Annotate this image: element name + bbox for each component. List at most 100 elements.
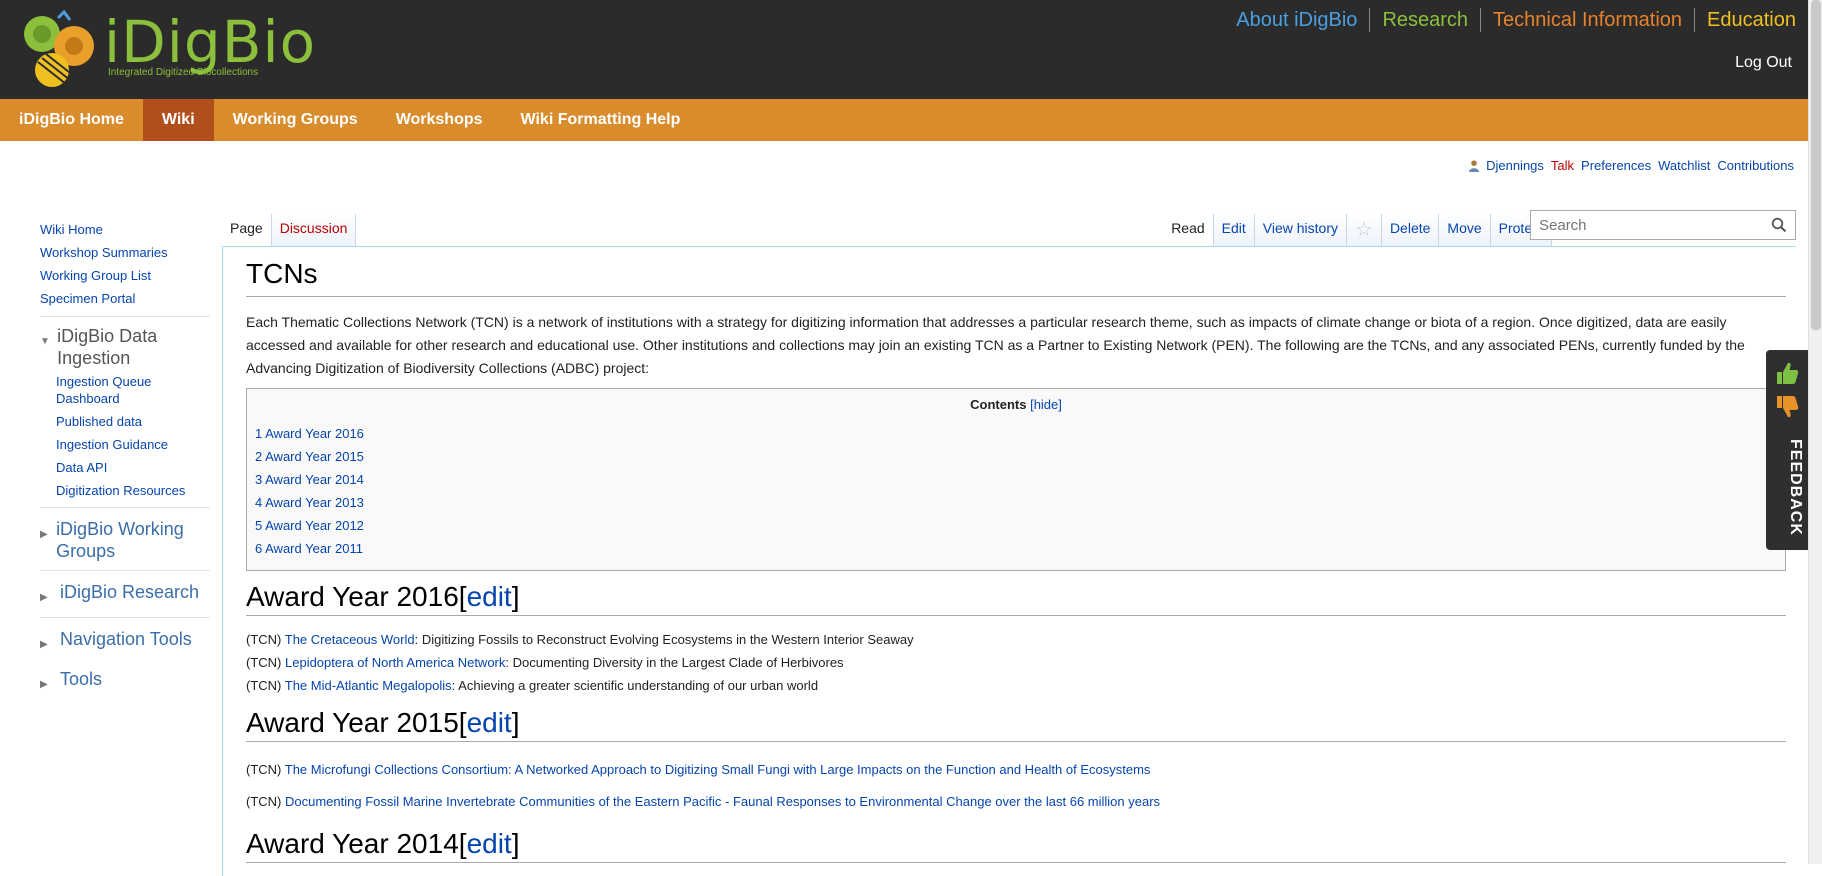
- thumbs-down-icon[interactable]: [1774, 394, 1800, 420]
- view-tabs: Read Edit View history ☆ Delete Move Pro…: [1163, 214, 1552, 246]
- user-page-link[interactable]: Djennings: [1486, 158, 1544, 173]
- wiki-navigation-bar: iDigBio Home Wiki Working Groups Worksho…: [0, 99, 1808, 141]
- topnav-research[interactable]: Research: [1369, 8, 1480, 32]
- section-title: Award Year 2014: [246, 828, 459, 859]
- nav-workshops[interactable]: Workshops: [377, 99, 502, 141]
- sidebar-data-api[interactable]: Data API: [56, 459, 210, 476]
- section-edit-link[interactable]: edit: [467, 828, 512, 859]
- tcn-link[interactable]: The Microfungi Collections Consortium: A…: [285, 762, 1151, 777]
- list-item: (TCN) The Microfungi Collections Consort…: [246, 754, 1786, 786]
- tcn-description: : Digitizing Fossils to Reconstruct Evol…: [414, 632, 914, 647]
- feedback-label: FEEDBACK: [1787, 438, 1804, 536]
- watchlist-link[interactable]: Watchlist: [1658, 158, 1710, 173]
- section-title: Award Year 2016: [246, 581, 459, 612]
- toc-item[interactable]: 4 Award Year 2013: [255, 491, 1777, 514]
- toc-item[interactable]: 3 Award Year 2014: [255, 468, 1777, 491]
- search-icon[interactable]: [1771, 217, 1787, 233]
- sidebar-working-group-list[interactable]: Working Group List: [40, 264, 210, 287]
- logout-link[interactable]: Log Out: [1735, 54, 1792, 72]
- sidebar-ingestion-guidance[interactable]: Ingestion Guidance: [56, 436, 210, 453]
- namespace-tabs: Page Discussion: [222, 214, 357, 246]
- user-icon: [1469, 159, 1480, 172]
- feedback-widget[interactable]: FEEDBACK: [1766, 350, 1808, 550]
- section-title: Award Year 2015: [246, 707, 459, 738]
- tab-read[interactable]: Read: [1163, 214, 1214, 246]
- top-navigation: About iDigBio Research Technical Informa…: [1224, 8, 1796, 32]
- nav-wiki[interactable]: Wiki: [142, 99, 214, 141]
- section-heading: Award Year 2015[edit]: [246, 707, 1786, 742]
- chevron-right-icon: ▶: [40, 679, 48, 690]
- talk-link[interactable]: Talk: [1551, 158, 1574, 173]
- tab-delete[interactable]: Delete: [1381, 214, 1440, 246]
- sidebar-workshop-summaries[interactable]: Workshop Summaries: [40, 241, 210, 264]
- portal-title: Tools: [60, 669, 103, 689]
- logo-wordmark[interactable]: iDigBio: [104, 12, 316, 72]
- topnav-about[interactable]: About iDigBio: [1224, 8, 1369, 32]
- toc-hide-link[interactable]: [hide]: [1030, 397, 1062, 412]
- tab-discussion[interactable]: Discussion: [271, 214, 357, 246]
- page-scrollbar[interactable]: [1808, 0, 1822, 864]
- nav-idigbio-home[interactable]: iDigBio Home: [0, 99, 143, 141]
- tcn-list: (TCN) The Cretaceous World: Digitizing F…: [246, 628, 1786, 697]
- sidebar-published-data[interactable]: Published data: [56, 413, 210, 430]
- portal-title: iDigBio Data Ingestion: [57, 326, 158, 368]
- portal-header-tools[interactable]: ▶ Tools: [40, 668, 210, 696]
- main-content: TCNs Each Thematic Collections Network (…: [246, 258, 1786, 863]
- toc-item[interactable]: 5 Award Year 2012: [255, 514, 1777, 537]
- tcn-link[interactable]: The Mid-Atlantic Megalopolis: [285, 678, 452, 693]
- toc-item[interactable]: 2 Award Year 2015: [255, 445, 1777, 468]
- site-header: iDigBio Integrated Digitized Biocollecti…: [0, 0, 1808, 99]
- thumbs-up-icon[interactable]: [1774, 360, 1800, 386]
- tcn-link[interactable]: The Cretaceous World: [285, 632, 415, 647]
- toc-item[interactable]: 6 Award Year 2011: [255, 537, 1777, 560]
- search-input[interactable]: [1531, 211, 1761, 239]
- portal-research: ▶ iDigBio Research: [40, 570, 210, 609]
- list-item: (TCN) Documenting Fossil Marine Inverteb…: [246, 786, 1786, 818]
- toc-item[interactable]: 1 Award Year 2016: [255, 422, 1777, 445]
- nav-working-groups[interactable]: Working Groups: [214, 99, 377, 141]
- tcn-description: : Documenting Diversity in the Largest C…: [505, 655, 844, 670]
- tab-edit[interactable]: Edit: [1213, 214, 1255, 246]
- sidebar-digitization-resources[interactable]: Digitization Resources: [56, 482, 210, 499]
- tcn-prefix: (TCN): [246, 762, 285, 777]
- portal-title: Navigation Tools: [60, 629, 192, 649]
- preferences-link[interactable]: Preferences: [1581, 158, 1651, 173]
- idigbio-logo-icon[interactable]: [18, 10, 104, 90]
- scrollbar-thumb[interactable]: [1811, 0, 1821, 330]
- logo-tagline: Integrated Digitized Biocollections: [108, 67, 259, 78]
- portal-header-navigation-tools[interactable]: ▶ Navigation Tools: [40, 628, 210, 656]
- tab-view-history[interactable]: View history: [1254, 214, 1347, 246]
- page-title: TCNs: [246, 258, 1786, 297]
- intro-paragraph: Each Thematic Collections Network (TCN) …: [246, 314, 1745, 376]
- watch-star-icon[interactable]: ☆: [1347, 214, 1382, 246]
- section-edit-link[interactable]: edit: [467, 707, 512, 738]
- tab-move[interactable]: Move: [1439, 214, 1491, 246]
- topnav-education[interactable]: Education: [1694, 8, 1796, 32]
- section-edit-link[interactable]: edit: [467, 581, 512, 612]
- portal-header-working-groups[interactable]: ▶ iDigBio Working Groups: [40, 518, 210, 562]
- tab-page[interactable]: Page: [222, 214, 272, 246]
- portal-data-ingestion: ▼ iDigBio Data Ingestion Ingestion Queue…: [40, 316, 210, 499]
- contributions-link[interactable]: Contributions: [1717, 158, 1794, 173]
- sidebar-wiki-home[interactable]: Wiki Home: [40, 218, 210, 241]
- topnav-technical-information[interactable]: Technical Information: [1480, 8, 1694, 32]
- portal-title: iDigBio Research: [60, 582, 200, 602]
- sidebar-ingestion-queue-dashboard[interactable]: Ingestion Queue Dashboard: [56, 373, 210, 407]
- section-heading: Award Year 2014[edit]: [246, 828, 1786, 863]
- portal-navigation-tools: ▶ Navigation Tools: [40, 617, 210, 656]
- tcn-prefix: (TCN): [246, 678, 285, 693]
- tcn-link[interactable]: Lepidoptera of North America Network: [285, 655, 505, 670]
- tcn-link[interactable]: Documenting Fossil Marine Invertebrate C…: [285, 794, 1160, 809]
- portal-header-data-ingestion[interactable]: ▼ iDigBio Data Ingestion: [40, 325, 210, 369]
- list-item: (TCN) The Mid-Atlantic Megalopolis: Achi…: [246, 674, 1786, 697]
- personal-tools: Djennings Talk Preferences Watchlist Con…: [1469, 158, 1794, 173]
- sidebar-specimen-portal[interactable]: Specimen Portal: [40, 287, 210, 310]
- portal-header-research[interactable]: ▶ iDigBio Research: [40, 581, 210, 609]
- portal-title: iDigBio Working Groups: [56, 519, 184, 561]
- portal-working-groups: ▶ iDigBio Working Groups: [40, 507, 210, 562]
- list-item: (TCN) Lepidoptera of North America Netwo…: [246, 651, 1786, 674]
- toc-header: Contents [hide]: [255, 397, 1777, 412]
- chevron-right-icon: ▶: [40, 529, 48, 540]
- nav-wiki-formatting-help[interactable]: Wiki Formatting Help: [502, 99, 700, 141]
- table-of-contents: Contents [hide] 1 Award Year 2016 2 Awar…: [246, 388, 1786, 571]
